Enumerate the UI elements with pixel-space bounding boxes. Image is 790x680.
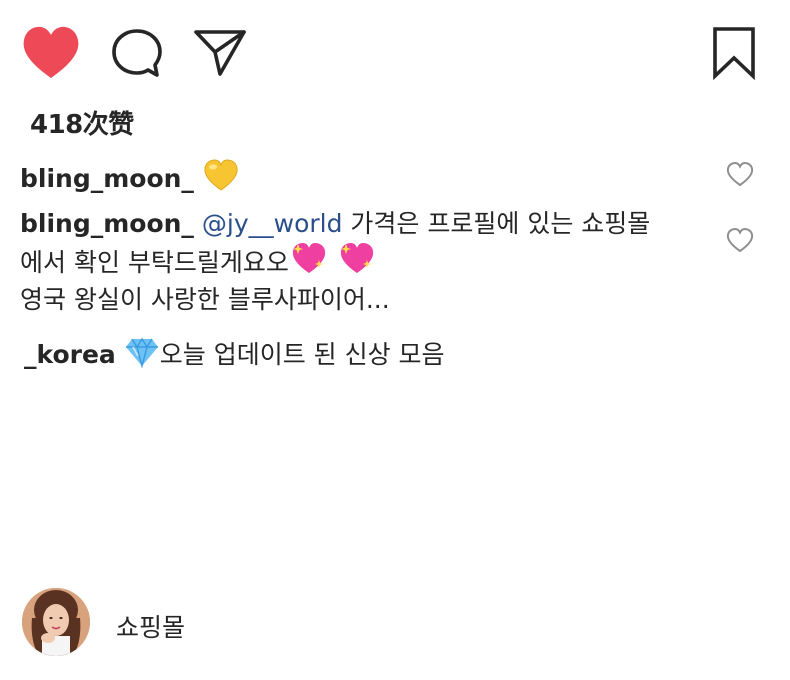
gem-emoji	[124, 336, 160, 376]
comment-like-heart-icon[interactable]	[725, 226, 755, 254]
comment-username[interactable]: bling_moon_	[20, 209, 194, 238]
avatar[interactable]	[22, 588, 90, 656]
comment-1: bling_moon_	[20, 158, 240, 200]
likes-count[interactable]: 418次赞	[30, 104, 134, 141]
heart-filled-icon[interactable]	[18, 20, 84, 84]
caption-line: _korea 오늘 업데이트 된 신상 모음	[24, 336, 445, 376]
paper-plane-icon[interactable]	[192, 26, 248, 78]
caption-text: 영국 왕실이 사랑한 블루사파이어...	[20, 285, 390, 314]
sparkling-heart-emoji	[337, 240, 377, 284]
sparkling-heart-emoji	[289, 240, 329, 284]
speech-bubble-icon[interactable]	[110, 27, 164, 81]
yellow-heart-emoji	[202, 158, 240, 200]
comment-2-continued: 에서 확인 부탁드릴게요오	[20, 240, 377, 284]
caption-line: 영국 왕실이 사랑한 블루사파이어...	[20, 284, 390, 316]
mention-link[interactable]: @jy__world	[202, 209, 343, 238]
caption-text: 오늘 업데이트 된 신상 모음	[159, 340, 445, 369]
comment-username[interactable]: bling_moon_	[20, 164, 194, 193]
bookmark-icon[interactable]	[710, 26, 758, 80]
profile-username[interactable]: 쇼핑몰	[116, 608, 185, 644]
comment-text: 에서 확인 부탁드릴게요오	[20, 248, 289, 277]
action-bar	[0, 0, 790, 100]
comment-2: bling_moon_ @jy__world 가격은 프로필에 있는 쇼핑몰	[20, 208, 650, 240]
comment-like-heart-icon[interactable]	[725, 160, 755, 188]
profile-row[interactable]: 쇼핑몰	[22, 588, 782, 658]
comment-text: 가격은 프로필에 있는 쇼핑몰	[350, 209, 651, 238]
caption-username[interactable]: _korea	[24, 340, 116, 369]
